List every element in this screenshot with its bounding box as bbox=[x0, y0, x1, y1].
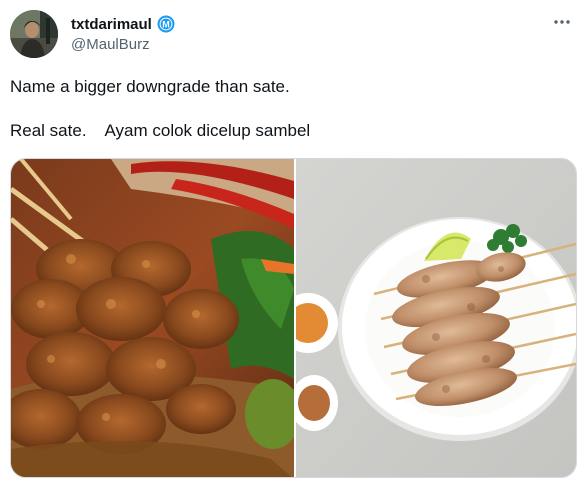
more-options-icon[interactable] bbox=[550, 12, 574, 32]
author-display-name[interactable]: txtdarimaul bbox=[71, 16, 152, 33]
tweet-text-line: Real sate. Ayam colok dicelup sambel bbox=[10, 121, 311, 140]
tweet-text-line: Name a bigger downgrade than sate. bbox=[10, 77, 290, 96]
media-image-real-sate[interactable] bbox=[11, 159, 294, 477]
svg-text:M: M bbox=[162, 19, 170, 29]
media-grid bbox=[10, 158, 577, 478]
verified-badge-icon: M bbox=[157, 15, 175, 33]
author-handle[interactable]: @MaulBurz bbox=[71, 36, 175, 53]
tweet-text: Name a bigger downgrade than sate. Real … bbox=[10, 76, 570, 142]
avatar[interactable] bbox=[10, 10, 58, 58]
media-image-ayam-colok[interactable] bbox=[296, 159, 576, 477]
tweet-header: txtdarimaul M @MaulBurz bbox=[10, 10, 578, 60]
